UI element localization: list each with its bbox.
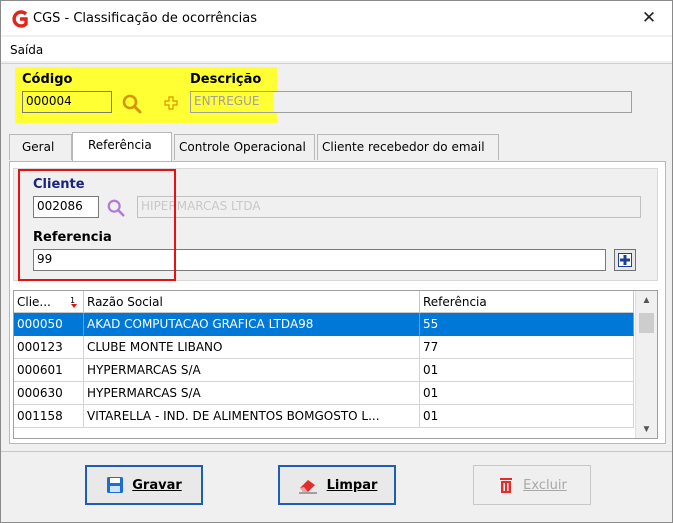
scroll-up-icon[interactable]: ▲ bbox=[636, 291, 657, 309]
cell-referencia: 01 bbox=[420, 405, 634, 428]
descricao-input-background bbox=[274, 92, 631, 112]
cell-cliente: 000601 bbox=[14, 359, 84, 382]
column-header-cliente[interactable]: Clie... 1 bbox=[14, 291, 84, 313]
excluir-button[interactable]: Excluir bbox=[473, 465, 591, 505]
cell-referencia: 01 bbox=[420, 359, 634, 382]
descricao-label: Descrição bbox=[190, 72, 262, 87]
codigo-label: Código bbox=[22, 72, 73, 87]
cell-razao-social: AKAD COMPUTACAO GRAFICA LTDA98 bbox=[84, 313, 420, 336]
excluir-label: Excluir bbox=[523, 477, 567, 493]
main-window: CGS - Classificação de ocorrências ✕ Saí… bbox=[0, 0, 673, 523]
cell-razao-social: HYPERMARCAS S/A bbox=[84, 359, 420, 382]
scrollbar-thumb[interactable] bbox=[639, 313, 654, 333]
cell-razao-social: CLUBE MONTE LIBANO bbox=[84, 336, 420, 359]
search-icon[interactable] bbox=[121, 93, 143, 115]
limpar-button[interactable]: Limpar bbox=[278, 465, 396, 505]
title-bar: CGS - Classificação de ocorrências ✕ bbox=[1, 1, 672, 35]
cgs-logo-icon bbox=[12, 10, 28, 28]
tab-geral[interactable]: Geral bbox=[9, 134, 72, 160]
table-row[interactable]: 000630 HYPERMARCAS S/A 01 bbox=[14, 382, 634, 405]
plus-icon bbox=[618, 253, 632, 267]
cell-cliente: 000123 bbox=[14, 336, 84, 359]
cell-cliente: 000630 bbox=[14, 382, 84, 405]
cliente-name-field: HIPERMARCAS LTDA bbox=[137, 196, 641, 218]
sort-descending-icon: 1 bbox=[70, 296, 77, 308]
cell-referencia: 55 bbox=[420, 313, 634, 336]
cell-cliente: 000050 bbox=[14, 313, 84, 336]
divider bbox=[1, 451, 672, 452]
menu-item-saida[interactable]: Saída bbox=[10, 43, 43, 57]
column-header-razao-social[interactable]: Razão Social bbox=[84, 291, 420, 313]
close-button[interactable]: ✕ bbox=[626, 1, 672, 35]
limpar-label: Limpar bbox=[326, 477, 378, 493]
table-row[interactable]: 001158 VITARELLA - IND. DE ALIMENTOS BOM… bbox=[14, 405, 634, 428]
column-header-referencia[interactable]: Referência bbox=[420, 291, 634, 313]
window-title: CGS - Classificação de ocorrências bbox=[33, 11, 258, 26]
add-icon[interactable] bbox=[164, 96, 178, 110]
svg-text:1: 1 bbox=[70, 296, 75, 305]
tab-referencia[interactable]: Referência bbox=[72, 132, 172, 162]
add-referencia-button[interactable] bbox=[614, 249, 636, 271]
close-icon: ✕ bbox=[641, 8, 657, 28]
clientes-grid[interactable]: Clie... 1 Razão Social Referência 000050… bbox=[13, 290, 658, 439]
tab-controle-operacional[interactable]: Controle Operacional bbox=[174, 134, 315, 160]
cell-razao-social: HYPERMARCAS S/A bbox=[84, 382, 420, 405]
cell-referencia: 01 bbox=[420, 382, 634, 405]
save-disk-icon bbox=[107, 477, 124, 493]
table-row[interactable]: 000050 AKAD COMPUTACAO GRAFICA LTDA98 55 bbox=[14, 313, 634, 336]
eraser-icon bbox=[298, 480, 317, 494]
trash-icon bbox=[500, 478, 513, 493]
codigo-input[interactable]: 000004 bbox=[22, 91, 112, 113]
menu-bar: Saída bbox=[1, 37, 672, 61]
divider bbox=[1, 63, 672, 64]
annotation-highlight-box bbox=[18, 169, 176, 281]
grid-header: Clie... 1 Razão Social Referência bbox=[14, 291, 634, 313]
cell-cliente: 001158 bbox=[14, 405, 84, 428]
scroll-down-icon[interactable]: ▼ bbox=[636, 420, 657, 438]
cell-referencia: 77 bbox=[420, 336, 634, 359]
table-row[interactable]: 000601 HYPERMARCAS S/A 01 bbox=[14, 359, 634, 382]
table-row[interactable]: 000123 CLUBE MONTE LIBANO 77 bbox=[14, 336, 634, 359]
gravar-button[interactable]: Gravar bbox=[85, 465, 203, 505]
gravar-label: Gravar bbox=[132, 477, 182, 493]
vertical-scrollbar[interactable]: ▲ ▼ bbox=[635, 291, 657, 438]
tab-cliente-recebedor[interactable]: Cliente recebedor do email bbox=[317, 134, 499, 160]
cell-razao-social: VITARELLA - IND. DE ALIMENTOS BOMGOSTO L… bbox=[84, 405, 420, 428]
